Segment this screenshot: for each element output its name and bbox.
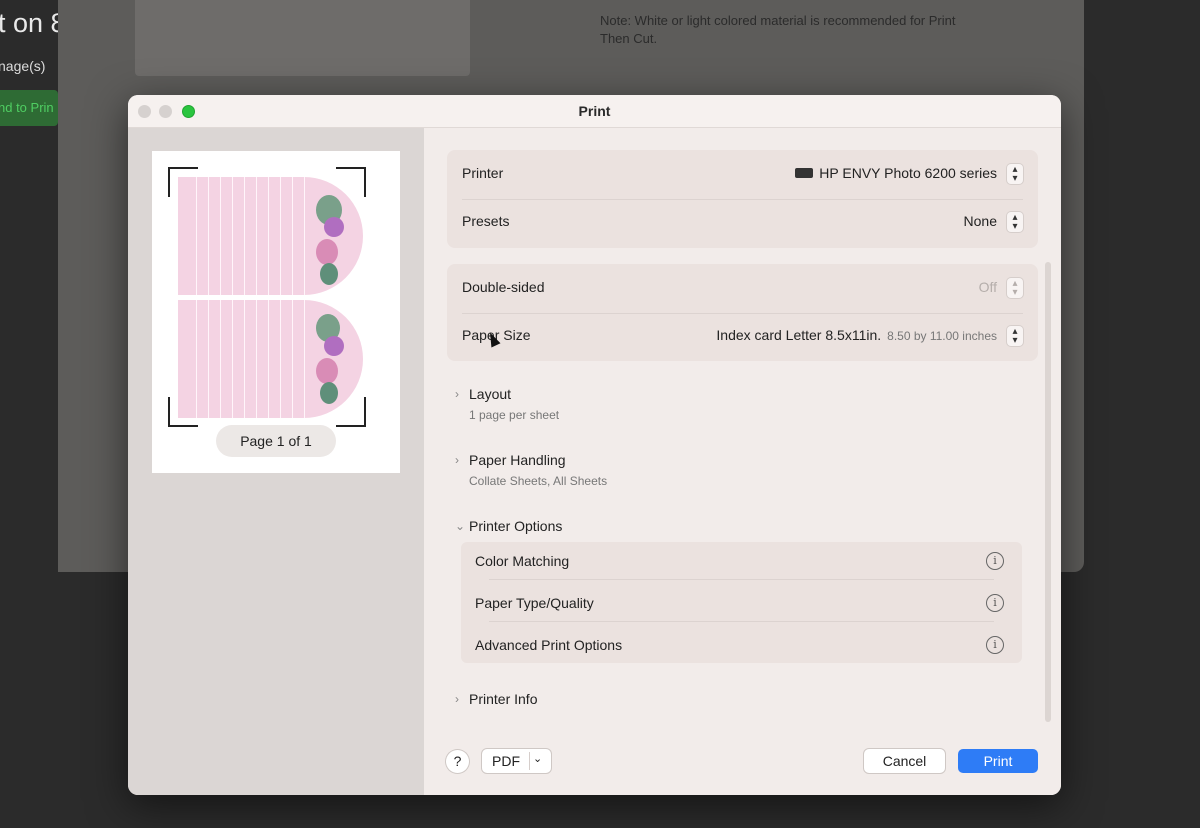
divider <box>489 621 994 622</box>
printer-value[interactable]: HP ENVY Photo 6200 series <box>795 165 997 181</box>
divider <box>489 579 994 580</box>
chevron-down-icon[interactable]: ⌄ <box>533 752 542 765</box>
option-paper-type-quality[interactable]: Paper Type/Quality i <box>475 584 1008 624</box>
option-color-matching[interactable]: Color Matching i <box>475 542 1008 582</box>
title-bar: Print <box>128 95 1061 128</box>
paper-size-value[interactable]: Index card Letter 8.5x11in. 8.50 by 11.00… <box>716 327 997 343</box>
paper-size-detail: 8.50 by 11.00 inches <box>887 329 997 343</box>
presets-row[interactable]: Presets None ▴ ▾ <box>462 198 1023 245</box>
printer-icon <box>795 168 814 179</box>
presets-label: Presets <box>462 213 510 229</box>
info-icon[interactable]: i <box>986 636 1004 654</box>
settings-pane: Printer HP ENVY Photo 6200 series ▴ ▾ Pre… <box>424 128 1061 795</box>
print-dialog: Print Page 1 of 1 Printer HP ENVY Photo … <box>128 95 1061 795</box>
chevron-right-icon: › <box>455 692 459 706</box>
paper-size-stepper-icon[interactable]: ▴ ▾ <box>1007 326 1023 346</box>
printer-options-group: Color Matching i Paper Type/Quality i Ad… <box>461 542 1022 663</box>
section-layout-subtitle: 1 page per sheet <box>469 408 560 422</box>
card-image-2 <box>178 300 363 418</box>
pdf-label: PDF <box>492 753 520 769</box>
page-preview: Page 1 of 1 <box>152 151 400 473</box>
help-button[interactable]: ? <box>446 750 469 773</box>
option-color-matching-label: Color Matching <box>475 553 570 569</box>
double-sided-label: Double-sided <box>462 279 545 295</box>
double-sided-value: Off <box>978 279 997 295</box>
page-indicator: Page 1 of 1 <box>216 425 336 457</box>
background-title: t on 8 <box>0 8 58 38</box>
printer-stepper-icon[interactable]: ▴ ▾ <box>1007 164 1023 184</box>
printer-row[interactable]: Printer HP ENVY Photo 6200 series ▴ ▾ <box>462 150 1023 197</box>
section-paper-handling-subtitle: Collate Sheets, All Sheets <box>469 474 608 488</box>
presets-stepper-icon[interactable]: ▴ ▾ <box>1007 212 1023 232</box>
section-paper-handling-title: Paper Handling <box>469 452 566 468</box>
background-preview <box>135 0 470 76</box>
section-printer-options-title: Printer Options <box>469 518 563 534</box>
double-sided-stepper-icon: ▴ ▾ <box>1007 278 1023 298</box>
paper-group: Double-sided Off ▴ ▾ Paper Size Index car… <box>447 264 1038 361</box>
print-button[interactable]: Print <box>958 749 1038 773</box>
chevron-right-icon: › <box>455 387 459 401</box>
option-paper-type-label: Paper Type/Quality <box>475 595 594 611</box>
section-layout-title: Layout <box>469 386 512 402</box>
printer-label: Printer <box>462 165 504 181</box>
printer-name: HP ENVY Photo 6200 series <box>819 165 997 181</box>
card-image-1 <box>178 177 363 295</box>
option-advanced-print[interactable]: Advanced Print Options i <box>475 626 1008 666</box>
double-sided-row: Double-sided Off ▴ ▾ <box>462 264 1023 311</box>
preview-pane: Page 1 of 1 <box>128 128 424 795</box>
background-subtitle: nage(s) <box>0 58 46 74</box>
cancel-button[interactable]: Cancel <box>864 749 945 773</box>
background-send-button[interactable]: nd to Prin <box>0 90 58 126</box>
section-printer-info-title: Printer Info <box>469 691 538 707</box>
printer-presets-group: Printer HP ENVY Photo 6200 series ▴ ▾ Pre… <box>447 150 1038 248</box>
paper-size-name: Index card Letter 8.5x11in. <box>716 327 882 343</box>
info-icon[interactable]: i <box>986 594 1004 612</box>
pdf-menu-button[interactable]: PDF ⌄ <box>482 749 551 773</box>
dialog-title: Print <box>578 103 611 119</box>
info-icon[interactable]: i <box>986 552 1004 570</box>
divider <box>529 752 530 770</box>
background-sidebar: t on 8 nage(s) nd to Prin <box>0 0 58 828</box>
chevron-down-icon: ⌄ <box>455 519 466 533</box>
chevron-right-icon: › <box>455 453 459 467</box>
background-note: Note: White or light colored material is… <box>600 13 956 46</box>
paper-size-row[interactable]: Paper Size Index card Letter 8.5x11in. 8.… <box>462 312 1023 359</box>
option-advanced-print-label: Advanced Print Options <box>475 637 623 653</box>
scrollbar[interactable] <box>1045 262 1051 722</box>
presets-value[interactable]: None <box>964 213 997 229</box>
